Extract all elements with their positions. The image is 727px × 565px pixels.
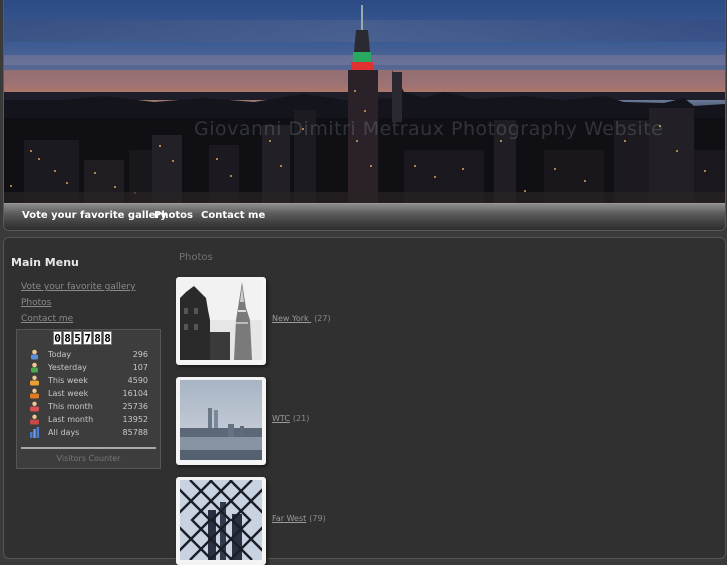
sidebar-link-contact[interactable]: Contact me	[21, 314, 73, 324]
stat-label: This month	[48, 402, 93, 411]
stat-value: 16104	[122, 389, 148, 398]
stat-value: 25736	[122, 402, 148, 411]
group-icon	[30, 388, 39, 399]
stat-value: 107	[132, 363, 148, 372]
stat-value: 296	[132, 350, 148, 359]
top-navigation-bar: Vote your favorite gallery Photos Contac…	[4, 203, 725, 230]
nav-photos[interactable]: Photos	[154, 210, 193, 221]
stat-row-yesterday: Yesterday 107	[29, 362, 148, 374]
nav-contact[interactable]: Contact me	[201, 210, 265, 221]
group-icon	[30, 401, 39, 412]
stat-value: 85788	[122, 428, 148, 437]
counter-digit: 8	[103, 331, 112, 345]
stat-row-last-week: Last week 16104	[29, 388, 148, 400]
counter-digit: 8	[93, 331, 102, 345]
gallery-name[interactable]: Far West	[272, 514, 306, 523]
gallery-thumbnail-far-west[interactable]	[176, 477, 266, 565]
person-icon	[31, 349, 38, 360]
stat-label: Last week	[48, 389, 89, 398]
stat-label: Last month	[48, 415, 94, 424]
main-menu-title: Main Menu	[11, 256, 79, 269]
counter-digits: 0 8 5 7 8 8	[53, 331, 112, 345]
gallery-count: (27)	[314, 314, 331, 323]
gallery-thumbnail-wtc[interactable]	[176, 377, 266, 465]
stat-value: 13952	[122, 415, 148, 424]
stat-label: All days	[48, 428, 80, 437]
stat-row-today: Today 296	[29, 349, 148, 361]
stat-row-last-month: Last month 13952	[29, 414, 148, 426]
site-title: Giovanni Dimitri Metraux Photography Web…	[194, 118, 664, 140]
counter-digit: 7	[83, 331, 92, 345]
person-icon	[31, 362, 38, 373]
counter-digit: 8	[63, 331, 72, 345]
section-title: Photos	[179, 252, 213, 263]
gallery-link-far-west: Far West (79)	[272, 514, 326, 523]
site-header: Giovanni Dimitri Metraux Photography Web…	[3, 0, 726, 231]
stat-row-all-days: All days 85788	[29, 427, 148, 439]
gallery-thumbnail-new-york[interactable]	[176, 277, 266, 365]
group-icon	[30, 414, 39, 425]
header-banner-image	[4, 0, 725, 203]
sidebar-link-vote-gallery[interactable]: Vote your favorite gallery	[21, 282, 135, 292]
counter-divider	[21, 447, 156, 449]
nav-vote-gallery[interactable]: Vote your favorite gallery	[22, 210, 167, 221]
stat-row-this-month: This month 25736	[29, 401, 148, 413]
stat-label: This week	[48, 376, 88, 385]
stat-row-this-week: This week 4590	[29, 375, 148, 387]
stat-label: Today	[48, 350, 72, 359]
stat-label: Yesterday	[48, 363, 87, 372]
stat-value: 4590	[127, 376, 148, 385]
counter-digit: 5	[73, 331, 82, 345]
group-icon	[30, 375, 39, 386]
gallery-count: (79)	[309, 514, 326, 523]
gallery-link-wtc: WTC (21)	[272, 414, 309, 423]
gallery-count: (21)	[292, 414, 310, 423]
sidebar-link-photos[interactable]: Photos	[21, 298, 51, 308]
main-content-panel: Main Menu Vote your favorite gallery Pho…	[3, 237, 726, 565]
gallery-name[interactable]: WTC	[272, 414, 290, 423]
counter-digit: 0	[53, 331, 62, 345]
gallery-link-new-york: New York (27)	[272, 314, 331, 323]
bar-chart-icon	[30, 427, 40, 438]
visitors-counter: 0 8 5 7 8 8 Today 296 Yesterday 107 This…	[16, 329, 161, 469]
counter-caption: Visitors Counter	[56, 454, 121, 463]
gallery-name[interactable]: New York	[272, 314, 311, 323]
